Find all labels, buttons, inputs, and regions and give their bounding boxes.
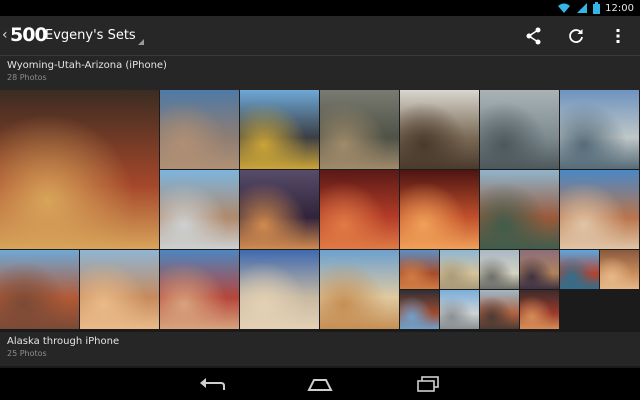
photo-thumbnail-car-canyon-overlook[interactable]	[160, 170, 239, 249]
photo-thumbnail-canyon-overlook-shadow[interactable]	[480, 290, 519, 329]
photo-thumbnail-horseshoe-bend[interactable]	[480, 170, 559, 249]
photo-thumbnail-red-rock-swirl[interactable]	[0, 90, 159, 249]
photo-thumbnail-trail-sign[interactable]	[400, 90, 479, 169]
photo-thumbnail-arch-window[interactable]	[400, 290, 439, 329]
share-button[interactable]	[520, 22, 548, 50]
photo-thumbnail-canyon-vista-blue[interactable]	[560, 170, 639, 249]
refresh-button[interactable]	[562, 22, 590, 50]
photo-thumbnail-canyon-pano-left[interactable]	[0, 250, 79, 329]
app-logo[interactable]: 500	[10, 24, 48, 46]
back-caret-icon[interactable]: ‹	[2, 27, 8, 43]
photo-thumbnail-desert-dusk-dunes[interactable]	[160, 90, 239, 169]
status-bar: 12:00	[0, 0, 640, 16]
photo-thumbnail-purple-canyon[interactable]	[520, 250, 559, 289]
refresh-icon	[569, 29, 583, 43]
photo-thumbnail-foggy-forest[interactable]	[480, 90, 559, 169]
photo-thumbnail-antelope-canyon-orange[interactable]	[400, 170, 479, 249]
home-button[interactable]	[266, 368, 374, 400]
set-title: Alaska through iPhone	[7, 336, 120, 347]
signal-icon	[576, 0, 588, 18]
set-header[interactable]: Alaska through iPhone 25 Photos	[0, 332, 640, 366]
dropdown-indicator-icon[interactable]	[138, 39, 144, 45]
photo-thumbnail-sunset-mesa[interactable]	[240, 170, 319, 249]
photo-grid	[0, 90, 640, 330]
recent-apps-icon	[417, 376, 439, 392]
action-bar: ‹ 500 Evgeny's Sets	[0, 16, 640, 56]
photo-thumbnail-misty-lake[interactable]	[320, 90, 399, 169]
share-icon	[526, 27, 541, 45]
photo-thumbnail-gray-cliffs[interactable]	[480, 250, 519, 289]
photo-thumbnail-road-yellow-lines[interactable]	[240, 90, 319, 169]
overflow-menu-button[interactable]	[604, 22, 632, 50]
photo-thumbnail-red-valley[interactable]	[520, 290, 559, 329]
photo-thumbnail-sandstone-wave[interactable]	[600, 250, 639, 289]
recent-apps-button[interactable]	[374, 368, 482, 400]
status-time: 12:00	[605, 2, 634, 14]
back-arrow-icon	[200, 378, 225, 390]
sets-title-dropdown[interactable]: Evgeny's Sets	[45, 28, 136, 43]
photo-thumbnail-white-swirl-rock[interactable]	[240, 250, 319, 329]
wifi-icon	[557, 0, 571, 18]
photo-thumbnail-suv-desert[interactable]	[320, 250, 399, 329]
set-photo-count: 28 Photos	[7, 73, 47, 82]
photo-thumbnail-slickrock-valley[interactable]	[440, 250, 479, 289]
photo-thumbnail-monument-road[interactable]	[160, 250, 239, 329]
set-photo-count: 25 Photos	[7, 349, 47, 358]
photo-thumbnail-antelope-canyon-red[interactable]	[320, 170, 399, 249]
set-header[interactable]: Wyoming-Utah-Arizona (iPhone) 28 Photos	[0, 56, 640, 90]
photo-thumbnail-delicate-arch[interactable]	[400, 250, 439, 289]
photo-thumbnail-hiker-red-canyon[interactable]	[560, 250, 599, 289]
photo-thumbnail-parking-lot-cars[interactable]	[440, 290, 479, 329]
battery-icon	[593, 0, 601, 18]
photo-thumbnail-canyon-hoodoo-right[interactable]	[80, 250, 159, 329]
set-title: Wyoming-Utah-Arizona (iPhone)	[7, 60, 167, 71]
app-screen: 12:00 ‹ 500 Evgeny's Sets Wyoming-Utah-A…	[0, 0, 640, 400]
home-icon	[307, 379, 333, 391]
back-button[interactable]	[158, 368, 266, 400]
navigation-bar	[0, 368, 640, 400]
photo-thumbnail-mountain-lake-shore[interactable]	[560, 90, 639, 169]
overflow-menu-icon	[616, 29, 620, 43]
